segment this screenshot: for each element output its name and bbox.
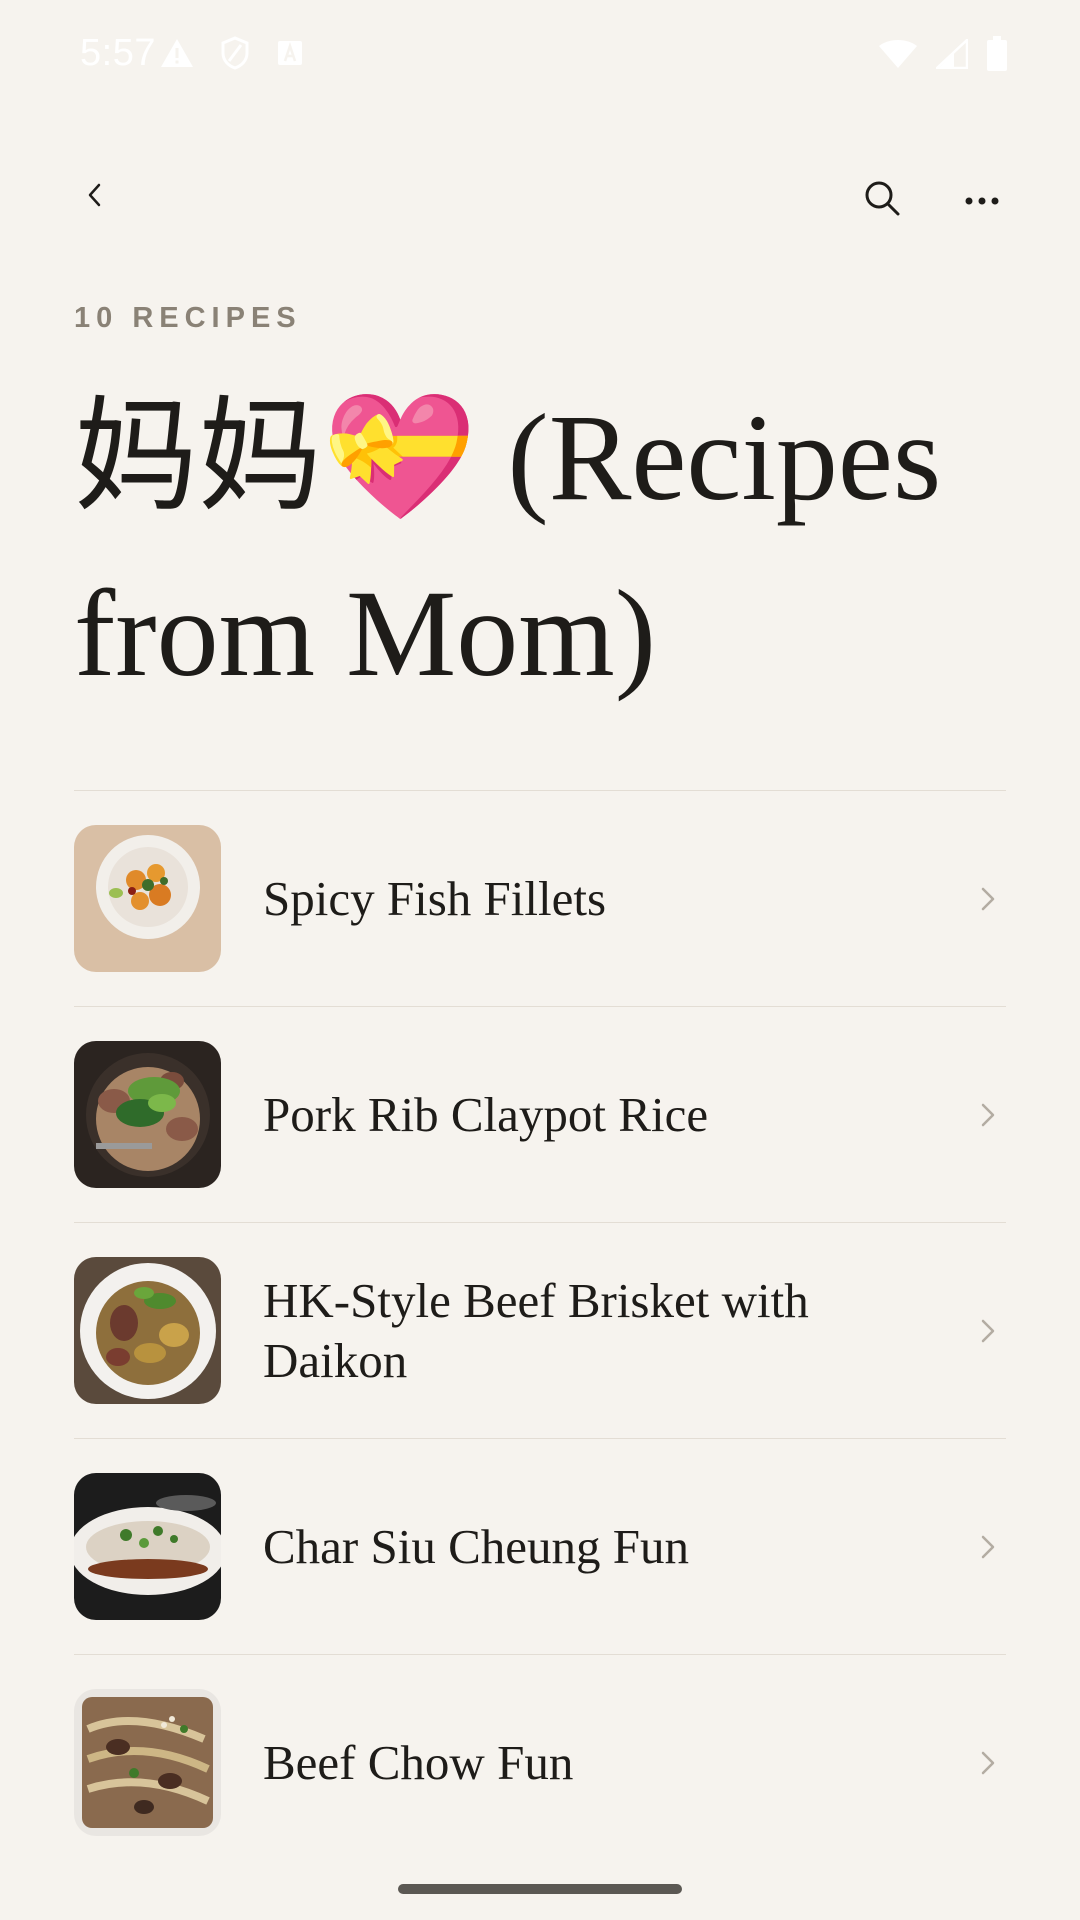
search-icon xyxy=(862,178,902,222)
chevron-left-icon xyxy=(85,180,105,214)
chevron-right-icon xyxy=(974,879,1002,919)
recipe-row[interactable]: Char Siu Cheung Fun xyxy=(74,1439,1006,1655)
font-icon xyxy=(276,39,304,71)
recipe-name: Beef Chow Fun xyxy=(263,1734,574,1790)
recipe-row[interactable]: Pork Rib Claypot Rice xyxy=(74,1007,1006,1223)
recipe-thumbnail xyxy=(74,1041,221,1188)
collection-title: 妈妈💝 (Recipes from Mom) xyxy=(74,389,942,702)
recipe-count: 10 RECIPES xyxy=(74,302,302,334)
recipe-name: Char Siu Cheung Fun xyxy=(263,1518,690,1574)
search-button[interactable] xyxy=(854,172,910,228)
recipe-thumbnail xyxy=(74,1689,221,1836)
chevron-right-icon xyxy=(974,1527,1002,1567)
warning-icon xyxy=(160,38,194,72)
back-button[interactable] xyxy=(70,172,120,222)
status-right-icons xyxy=(878,36,1008,76)
recipe-row[interactable]: Spicy Fish Fillets xyxy=(74,791,1006,1007)
signal-icon xyxy=(933,37,969,73)
chevron-right-icon xyxy=(974,1311,1002,1351)
recipe-thumbnail xyxy=(74,825,221,972)
recipe-name: Spicy Fish Fillets xyxy=(263,870,607,926)
recipe-thumbnail xyxy=(74,1473,221,1620)
more-options-button[interactable] xyxy=(954,172,1010,228)
recipe-name: HK-Style Beef Brisket with Daikon xyxy=(263,1272,809,1388)
wifi-icon xyxy=(878,39,918,73)
status-left-icons xyxy=(160,36,304,74)
recipe-row[interactable]: HK-Style Beef Brisket with Daikon xyxy=(74,1223,1006,1439)
chevron-right-icon xyxy=(974,1743,1002,1783)
chevron-right-icon xyxy=(974,1095,1002,1135)
shield-icon xyxy=(220,36,250,74)
home-indicator[interactable] xyxy=(398,1884,682,1894)
battery-icon xyxy=(986,36,1008,76)
recipe-thumbnail xyxy=(74,1257,221,1404)
app-bar xyxy=(0,150,1080,240)
recipe-row[interactable]: Beef Chow Fun xyxy=(74,1655,1006,1870)
status-bar: 5:57 xyxy=(0,0,1080,110)
recipe-list: Spicy Fish Fillets Pork Rib Claypot Rice xyxy=(74,790,1006,1870)
more-horizontal-icon xyxy=(965,191,999,210)
recipe-name: Pork Rib Claypot Rice xyxy=(263,1086,709,1142)
status-time: 5:57 xyxy=(80,32,156,74)
